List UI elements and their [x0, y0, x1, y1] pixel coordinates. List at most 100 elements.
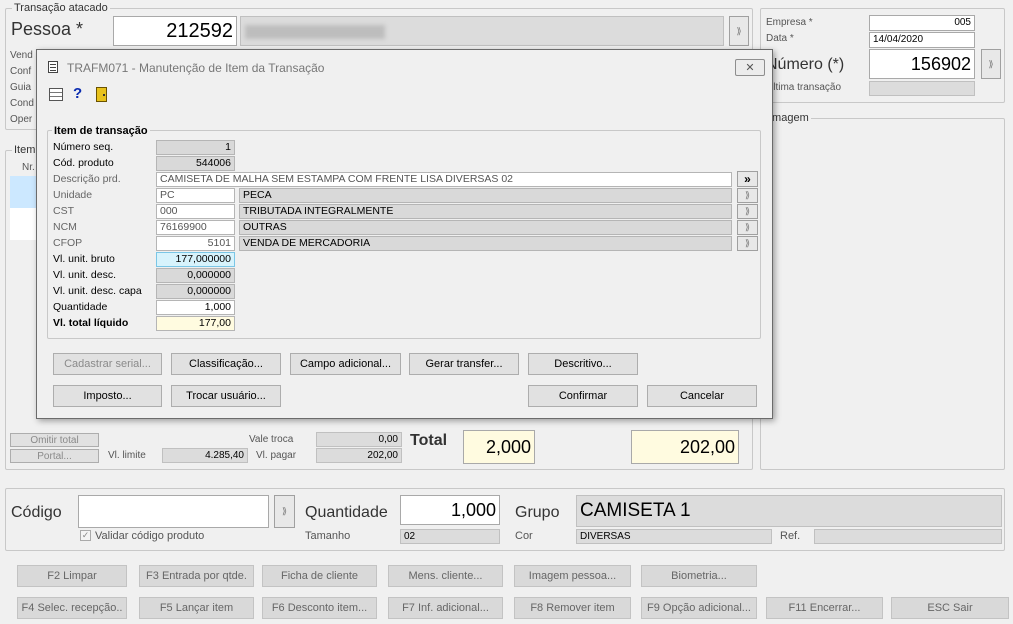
cor-field: DIVERSAS — [576, 529, 772, 544]
pessoa-code-field[interactable]: 212592 — [113, 16, 237, 46]
biometria-button[interactable]: Biometria... — [641, 565, 757, 587]
f8-remover-item-button[interactable]: F8 Remover item — [514, 597, 631, 619]
ultima-transacao-field — [869, 81, 975, 96]
data-field[interactable]: 14/04/2020 — [869, 32, 975, 48]
classificacao-button[interactable]: Classificação... — [171, 353, 281, 375]
cod-produto-field: 544006 — [156, 156, 235, 171]
transaction-group-title: Transação atacado — [12, 2, 110, 14]
help-icon[interactable]: ? — [73, 85, 82, 102]
unidade-label: Unidade — [53, 189, 93, 201]
vale-troca-label: Vale troca — [249, 434, 294, 445]
ficha-cliente-button[interactable]: Ficha de cliente — [262, 565, 377, 587]
esc-sair-button[interactable]: ESC Sair — [891, 597, 1009, 619]
numero-seq-label: Número seq. — [53, 141, 114, 153]
unidade-desc-field: PECA — [239, 188, 732, 203]
empresa-field[interactable]: 005 — [869, 15, 975, 31]
ncm-lookup-button[interactable]: ⟫ — [737, 220, 758, 235]
pessoa-label: Pessoa * — [11, 19, 84, 39]
codigo-label: Código — [11, 504, 62, 521]
omitir-total-button[interactable]: Omitir total — [10, 433, 99, 447]
cfop-desc-field: VENDA DE MERCADORIA — [239, 236, 732, 251]
vl-pagar-label: Vl. pagar — [256, 450, 297, 461]
f11-encerrar-button[interactable]: F11 Encerrar... — [766, 597, 883, 619]
unidade-field: PC — [156, 188, 235, 203]
f5-lancar-item-button[interactable]: F5 Lançar item — [139, 597, 254, 619]
unidade-lookup-button[interactable]: ⟫ — [737, 188, 758, 203]
item-maintenance-dialog: TRAFM071 - Manutenção de Item da Transaç… — [36, 49, 773, 419]
cod-produto-label: Cód. produto — [53, 157, 114, 169]
codigo-lookup-button[interactable]: ⟫ — [274, 495, 295, 528]
numero-lookup-button[interactable]: ⟫ — [981, 49, 1001, 79]
f6-desconto-item-button[interactable]: F6 Desconto item... — [262, 597, 377, 619]
cor-label: Cor — [515, 530, 533, 542]
ref-label: Ref. — [780, 530, 801, 542]
portal-button[interactable]: Portal... — [10, 449, 99, 463]
side-label-oper: Oper — [10, 114, 33, 125]
descricao-more-button[interactable]: » — [737, 171, 758, 187]
cfop-label: CFOP — [53, 237, 83, 249]
cst-desc-field: TRIBUTADA INTEGRALMENTE — [239, 204, 732, 219]
grid-icon[interactable] — [49, 88, 63, 101]
f7-inf-adicional-button[interactable]: F7 Inf. adicional... — [388, 597, 503, 619]
f9-opcao-adicional-button[interactable]: F9 Opção adicional... — [641, 597, 757, 619]
grupo-field: CAMISETA 1 — [576, 495, 1002, 527]
dialog-title: TRAFM071 - Manutenção de Item da Transaç… — [67, 61, 325, 75]
double-chevron-icon: » — [744, 172, 751, 186]
vl-unit-desc-field: 0,000000 — [156, 268, 235, 283]
tamanho-label: Tamanho — [305, 530, 351, 542]
imagem-group: Imagem — [760, 112, 1005, 470]
pessoa-name-blur — [245, 25, 385, 39]
numero-label: Número (*) — [766, 56, 845, 73]
vl-total-liquido-field: 177,00 — [156, 316, 235, 331]
cfop-field: 5101 — [156, 236, 235, 251]
gerar-transfer-button[interactable]: Gerar transfer... — [409, 353, 519, 375]
side-label-conf: Conf — [10, 66, 32, 77]
ultima-transacao-label: Última transação — [766, 82, 842, 93]
ref-field — [814, 529, 1002, 544]
mens-cliente-button[interactable]: Mens. cliente... — [388, 565, 503, 587]
imagem-group-title: Imagem — [767, 112, 811, 124]
empresa-label: Empresa * — [766, 17, 813, 28]
vl-unit-bruto-label: Vl. unit. bruto — [53, 253, 115, 265]
vl-unit-bruto-field[interactable]: 177,000000 — [156, 252, 235, 267]
cfop-lookup-button[interactable]: ⟫ — [737, 236, 758, 251]
cst-lookup-button[interactable]: ⟫ — [737, 204, 758, 219]
grupo-label: Grupo — [515, 504, 560, 521]
f4-selec-recepcao-button[interactable]: F4 Selec. recepção.. — [17, 597, 127, 619]
cadastrar-serial-button[interactable]: Cadastrar serial... — [53, 353, 162, 375]
numero-field[interactable]: 156902 — [869, 49, 975, 79]
cst-field: 000 — [156, 204, 235, 219]
numero-seq-field: 1 — [156, 140, 235, 155]
descricao-field: CAMISETA DE MALHA SEM ESTAMPA COM FRENTE… — [156, 172, 732, 187]
vl-limite-field: 4.285,40 — [162, 448, 248, 463]
descritivo-button[interactable]: Descritivo... — [528, 353, 638, 375]
ncm-field: 76169900 — [156, 220, 235, 235]
imposto-button[interactable]: Imposto... — [53, 385, 162, 407]
quantidade-field[interactable]: 1,000 — [156, 300, 235, 315]
quantidade-input[interactable]: 1,000 — [400, 495, 500, 525]
trocar-usuario-button[interactable]: Trocar usuário... — [171, 385, 281, 407]
side-label-cond: Cond — [10, 98, 34, 109]
exit-door-icon[interactable] — [96, 87, 107, 102]
vl-pagar-field: 202,00 — [316, 448, 402, 463]
codigo-input[interactable] — [78, 495, 269, 528]
items-group-title: Item — [12, 144, 38, 156]
total-label: Total — [410, 432, 448, 449]
imagem-pessoa-button[interactable]: Imagem pessoa... — [514, 565, 631, 587]
vl-total-liquido-label: Vl. total líquido — [53, 317, 129, 329]
f2-limpar-button[interactable]: F2 Limpar — [17, 565, 127, 587]
dialog-toolbar: ? — [37, 84, 772, 108]
campo-adicional-button[interactable]: Campo adicional... — [290, 353, 401, 375]
ncm-desc-field: OUTRAS — [239, 220, 732, 235]
close-icon: ✕ — [745, 62, 755, 74]
cancelar-button[interactable]: Cancelar — [647, 385, 757, 407]
f3-entrada-qtde-button[interactable]: F3 Entrada por qtde. — [139, 565, 254, 587]
pessoa-lookup-button[interactable]: ⟫ — [729, 16, 749, 46]
data-label: Data * — [766, 33, 794, 44]
confirmar-button[interactable]: Confirmar — [528, 385, 638, 407]
validar-checkbox[interactable]: ✓ — [80, 530, 91, 541]
dialog-document-icon — [48, 61, 58, 73]
pessoa-name-field — [240, 16, 724, 46]
side-label-vend: Vend — [10, 50, 33, 61]
dialog-close-button[interactable]: ✕ — [735, 59, 765, 76]
